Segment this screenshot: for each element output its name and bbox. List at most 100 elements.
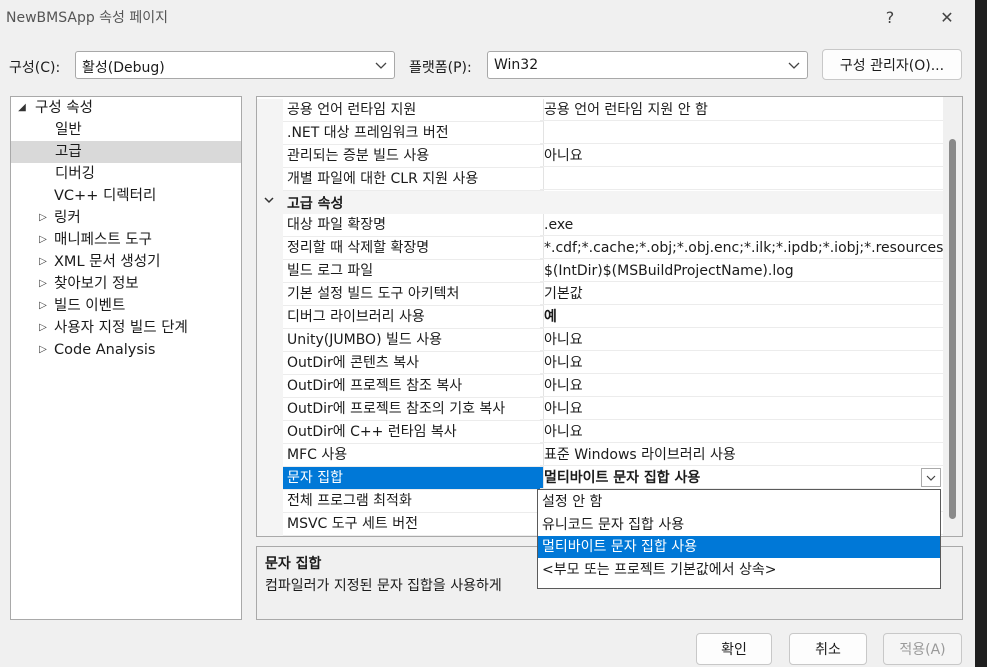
property-value[interactable]: 아니요 (540, 352, 943, 374)
background-scroll-edge (975, 0, 987, 667)
property-row[interactable]: 개별 파일에 대한 CLR 지원 사용 (257, 168, 943, 191)
property-name[interactable]: 정리할 때 삭제할 확장명 (283, 237, 544, 260)
property-name[interactable]: .NET 대상 프레임워크 버전 (283, 122, 544, 145)
property-row[interactable]: .NET 대상 프레임워크 버전 (257, 122, 943, 145)
property-value[interactable]: 표준 Windows 라이브러리 사용 (540, 444, 943, 466)
property-value[interactable]: 아니요 (540, 329, 943, 351)
tree-item[interactable]: VC++ 디렉터리 (11, 185, 241, 207)
property-row[interactable]: OutDir에 프로젝트 참조 복사 아니요 (257, 375, 943, 398)
tree-item[interactable]: 고급 (11, 141, 241, 163)
property-value[interactable]: 아니요 (540, 421, 943, 443)
tree-item[interactable]: ▷ 사용자 지정 빌드 단계 (11, 317, 241, 339)
property-row[interactable]: OutDir에 콘텐츠 복사 아니요 (257, 352, 943, 375)
tree-expanded-icon[interactable]: ◢ (16, 97, 28, 119)
cancel-button[interactable]: 취소 (789, 633, 867, 665)
tree-item-label: 매니페스트 도구 (54, 232, 152, 248)
property-row[interactable]: 대상 파일 확장명 .exe (257, 214, 943, 237)
close-icon: ✕ (940, 7, 954, 27)
tree-item[interactable]: ▷ 빌드 이벤트 (11, 295, 241, 317)
tree-item-label: 일반 (55, 122, 82, 138)
property-name[interactable]: Unity(JUMBO) 빌드 사용 (283, 329, 544, 352)
property-value[interactable]: 아니요 (540, 145, 943, 167)
property-value[interactable]: $(IntDir)$(MSBuildProjectName).log (540, 260, 943, 282)
property-name[interactable]: OutDir에 C++ 런타임 복사 (283, 421, 544, 444)
apply-button[interactable]: 적용(A) (883, 633, 962, 665)
property-value[interactable]: 멀티바이트 문자 집합 사용 (540, 467, 921, 489)
grid-scrollbar[interactable] (943, 97, 962, 536)
chevron-right-icon[interactable]: ▷ (37, 317, 49, 339)
value-dropdown-button[interactable] (921, 468, 941, 487)
property-row[interactable]: 기본 설정 빌드 도구 아키텍처 기본값 (257, 283, 943, 306)
property-value[interactable]: 아니요 (540, 398, 943, 420)
tree-item[interactable]: ▷ 링커 (11, 207, 241, 229)
dropdown-option[interactable]: <부모 또는 프로젝트 기본값에서 상속> (538, 559, 940, 581)
property-row[interactable]: 관리되는 증분 빌드 사용 아니요 (257, 145, 943, 168)
tree-item[interactable]: 일반 (11, 119, 241, 141)
property-name[interactable]: OutDir에 프로젝트 참조의 기호 복사 (283, 398, 544, 421)
property-row[interactable]: OutDir에 프로젝트 참조의 기호 복사 아니요 (257, 398, 943, 421)
tree-item[interactable]: ▷ 매니페스트 도구 (11, 229, 241, 251)
tree-root[interactable]: ◢ 구성 속성 (11, 97, 241, 119)
property-name[interactable]: MFC 사용 (283, 444, 544, 467)
property-value[interactable]: .exe (540, 214, 943, 236)
chevron-down-icon (375, 62, 387, 69)
section-header[interactable]: 고급 속성 (257, 191, 943, 214)
property-name[interactable]: 관리되는 증분 빌드 사용 (283, 145, 544, 168)
property-value[interactable]: 아니요 (540, 375, 943, 397)
tree-item-label: 빌드 이벤트 (54, 298, 126, 314)
property-row[interactable]: 문자 집합 멀티바이트 문자 집합 사용 (257, 467, 943, 490)
row-gutter (257, 467, 283, 490)
property-value[interactable]: *.cdf;*.cache;*.obj;*.obj.enc;*.ilk;*.ip… (540, 237, 943, 259)
row-gutter (257, 260, 283, 283)
chevron-right-icon[interactable]: ▷ (37, 207, 49, 229)
ok-button[interactable]: 확인 (696, 633, 772, 665)
tree-item[interactable]: ▷ 찾아보기 정보 (11, 273, 241, 295)
close-button[interactable]: ✕ (927, 4, 967, 30)
tree-item[interactable]: ▷ Code Analysis (11, 339, 241, 361)
chevron-right-icon[interactable]: ▷ (37, 273, 49, 295)
dropdown-option[interactable]: 유니코드 문자 집합 사용 (538, 514, 940, 536)
chevron-down-icon[interactable] (263, 194, 275, 209)
chevron-right-icon[interactable]: ▷ (37, 251, 49, 273)
property-value[interactable]: 예 (540, 306, 943, 328)
property-row[interactable]: 정리할 때 삭제할 확장명 *.cdf;*.cache;*.obj;*.obj.e… (257, 237, 943, 260)
property-name[interactable]: OutDir에 콘텐츠 복사 (283, 352, 544, 375)
property-name[interactable]: 전체 프로그램 최적화 (283, 490, 544, 513)
title-bar: NewBMSApp 속성 페이지 ? ✕ (0, 0, 975, 34)
platform-combo[interactable]: Win32 (487, 51, 808, 79)
property-name[interactable]: 대상 파일 확장명 (283, 214, 544, 237)
property-name[interactable]: 기본 설정 빌드 도구 아키텍처 (283, 283, 544, 306)
chevron-right-icon[interactable]: ▷ (37, 339, 49, 361)
tree-item[interactable]: ▷ XML 문서 생성기 (11, 251, 241, 273)
property-row[interactable]: 공용 언어 런타임 지원 공용 언어 런타임 지원 안 함 (257, 99, 943, 122)
section-title: 고급 속성 (287, 196, 344, 212)
property-name[interactable]: OutDir에 프로젝트 참조 복사 (283, 375, 544, 398)
property-name[interactable]: 디버그 라이브러리 사용 (283, 306, 544, 329)
property-name[interactable]: 빌드 로그 파일 (283, 260, 544, 283)
property-value[interactable]: 공용 언어 런타임 지원 안 함 (540, 99, 943, 121)
dropdown-option[interactable]: 멀티바이트 문자 집합 사용 (538, 536, 940, 558)
scrollbar-thumb[interactable] (949, 139, 956, 519)
property-value[interactable] (540, 122, 943, 144)
dropdown-option[interactable]: 설정 안 함 (538, 491, 940, 513)
help-button[interactable]: ? (870, 4, 910, 30)
description-title: 문자 집합 (265, 556, 322, 572)
property-name[interactable]: 문자 집합 (283, 467, 544, 490)
property-row[interactable]: 디버그 라이브러리 사용 예 (257, 306, 943, 329)
property-row[interactable]: MFC 사용 표준 Windows 라이브러리 사용 (257, 444, 943, 467)
chevron-right-icon[interactable]: ▷ (37, 229, 49, 251)
property-value[interactable]: 기본값 (540, 283, 943, 305)
property-row[interactable]: Unity(JUMBO) 빌드 사용 아니요 (257, 329, 943, 352)
config-combo[interactable]: 활성(Debug) (75, 51, 395, 79)
chevron-right-icon[interactable]: ▷ (37, 295, 49, 317)
property-row[interactable]: 빌드 로그 파일 $(IntDir)$(MSBuildProjectName).l… (257, 260, 943, 283)
property-name[interactable]: 개별 파일에 대한 CLR 지원 사용 (283, 168, 544, 191)
window-title: NewBMSApp 속성 페이지 (6, 10, 169, 26)
config-manager-button[interactable]: 구성 관리자(O)... (822, 49, 962, 80)
tree-root-label: 구성 속성 (35, 100, 93, 116)
tree-item[interactable]: 디버깅 (11, 163, 241, 185)
property-row[interactable]: OutDir에 C++ 런타임 복사 아니요 (257, 421, 943, 444)
property-value[interactable] (540, 168, 943, 190)
property-name[interactable]: 공용 언어 런타임 지원 (283, 99, 544, 122)
property-name[interactable]: MSVC 도구 세트 버전 (283, 513, 544, 536)
